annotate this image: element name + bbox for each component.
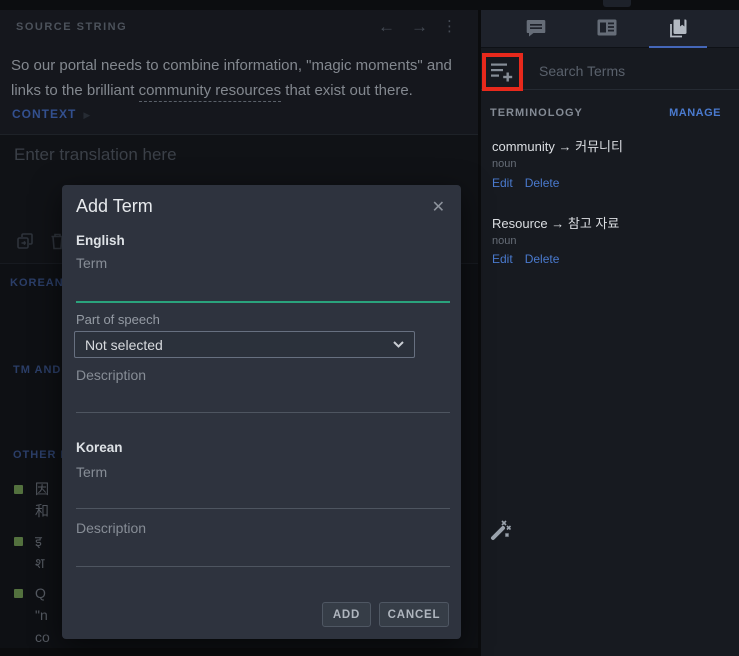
tab-glossary[interactable] bbox=[663, 19, 693, 41]
term-source: community bbox=[492, 139, 555, 154]
edit-link[interactable]: Edit bbox=[492, 252, 513, 266]
delete-link[interactable]: Delete bbox=[525, 252, 560, 266]
close-icon[interactable]: ✕ bbox=[432, 197, 445, 217]
term-actions: Edit Delete bbox=[492, 176, 571, 190]
edit-link[interactable]: Edit bbox=[492, 176, 513, 190]
kebab-menu-icon[interactable]: ⋮ bbox=[442, 17, 457, 35]
cancel-button[interactable]: CANCEL bbox=[379, 602, 449, 627]
divider bbox=[481, 89, 739, 90]
comment-icon bbox=[526, 19, 546, 38]
context-toggle[interactable]: CONTEXT ▶ bbox=[12, 107, 91, 121]
source-text: So our portal needs to combine informati… bbox=[11, 53, 458, 103]
terminology-sidebar: TERMINOLOGY MANAGE community → 커뮤니티 noun… bbox=[481, 10, 739, 656]
part-of-speech-select[interactable]: Not selected bbox=[74, 331, 415, 358]
active-tab-underline bbox=[649, 46, 707, 48]
article-icon bbox=[597, 19, 617, 36]
source-term-highlight[interactable]: community resources bbox=[139, 82, 282, 102]
add-term-icon[interactable] bbox=[491, 62, 515, 82]
delete-link[interactable]: Delete bbox=[525, 176, 560, 190]
korean-description-input[interactable] bbox=[76, 520, 450, 536]
english-term-input[interactable] bbox=[76, 255, 450, 271]
status-square-icon bbox=[14, 537, 23, 546]
term-target: 커뮤니티 bbox=[575, 139, 623, 154]
chevron-down-icon bbox=[393, 341, 404, 348]
arrow-icon: → bbox=[558, 139, 571, 154]
status-square-icon bbox=[14, 589, 23, 598]
other-language-text: इ श bbox=[35, 530, 45, 574]
english-description-input[interactable] bbox=[76, 367, 450, 383]
term-target: 참고 자료 bbox=[568, 216, 619, 231]
divider bbox=[0, 134, 478, 135]
add-term-modal: Add Term ✕ English Part of speech Not se… bbox=[62, 185, 461, 639]
copy-source-icon[interactable] bbox=[16, 232, 34, 250]
glossary-book-icon bbox=[668, 19, 688, 38]
source-text-after: that exist out there. bbox=[281, 82, 413, 99]
modal-title: Add Term bbox=[76, 196, 153, 217]
tab-activity[interactable] bbox=[592, 19, 622, 41]
input-underline bbox=[76, 566, 450, 567]
korean-term-input[interactable] bbox=[76, 464, 450, 480]
english-section-label: English bbox=[76, 233, 125, 248]
next-string-icon[interactable]: → bbox=[411, 17, 428, 37]
context-arrow-icon: ▶ bbox=[83, 110, 91, 120]
arrow-icon: → bbox=[551, 216, 564, 231]
focused-input-underline bbox=[76, 301, 450, 303]
input-underline bbox=[76, 412, 450, 413]
search-terms-input[interactable] bbox=[537, 62, 711, 80]
source-string-label: SOURCE STRING bbox=[16, 21, 127, 33]
term-source: Resource bbox=[492, 216, 548, 231]
part-of-speech-value: Not selected bbox=[85, 337, 393, 353]
top-notch bbox=[603, 0, 631, 7]
input-underline bbox=[76, 508, 450, 509]
other-language-text: 因 和 bbox=[35, 478, 49, 522]
add-button[interactable]: ADD bbox=[322, 602, 371, 627]
other-language-text: Q "n co bbox=[35, 582, 50, 648]
term-actions: Edit Delete bbox=[492, 252, 571, 266]
context-label: CONTEXT bbox=[12, 107, 76, 121]
part-of-speech-label: Part of speech bbox=[76, 312, 160, 327]
term-pair: Resource → 참고 자료 bbox=[492, 213, 619, 232]
manage-link[interactable]: MANAGE bbox=[669, 107, 721, 119]
status-square-icon bbox=[14, 485, 23, 494]
term-part-of-speech: noun bbox=[492, 158, 516, 170]
previous-string-icon[interactable]: ← bbox=[378, 17, 395, 37]
term-part-of-speech: noun bbox=[492, 235, 516, 247]
tab-comments[interactable] bbox=[521, 19, 551, 41]
sidebar-tabbar bbox=[481, 10, 739, 48]
term-pair: community → 커뮤니티 bbox=[492, 136, 623, 155]
magic-wand-icon[interactable] bbox=[489, 518, 512, 542]
terminology-header: TERMINOLOGY bbox=[490, 107, 583, 119]
korean-section-label: Korean bbox=[76, 440, 123, 455]
